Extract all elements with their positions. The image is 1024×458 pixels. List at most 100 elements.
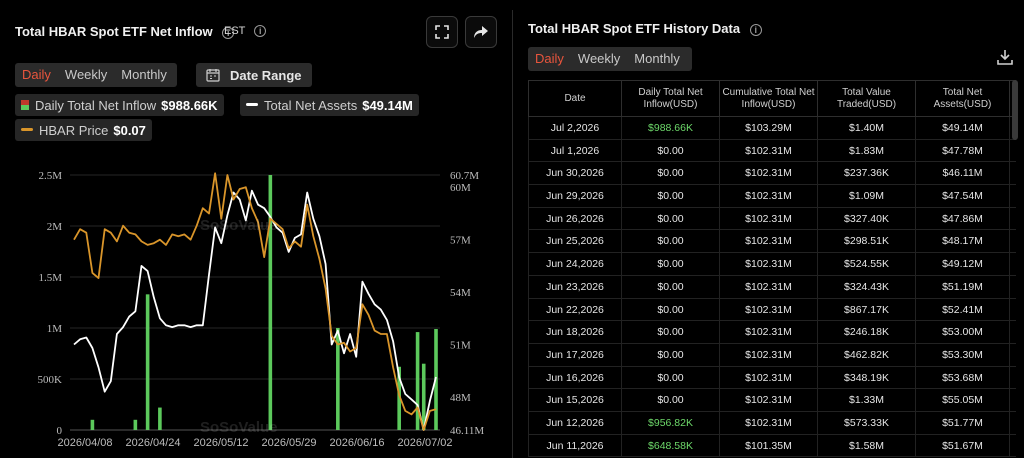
date-range-button[interactable]: Date Range xyxy=(196,63,312,87)
table-cell: $0.00 xyxy=(622,275,720,298)
table-cell: $327.40K xyxy=(818,207,916,230)
table-cell: $237.36K xyxy=(818,162,916,185)
table-cell: $102.31M xyxy=(720,253,818,275)
table-row[interactable]: Jun 22,2026 $0.00 $102.31M $867.17K $52.41M xyxy=(528,298,1016,322)
tab-daily[interactable]: Daily xyxy=(528,47,571,71)
watermark: SoSoValue xyxy=(200,217,278,234)
info-icon[interactable]: i xyxy=(749,23,762,36)
table-cell: $0.00 xyxy=(622,207,720,230)
inflow-chart-panel: Total HBAR Spot ETF Net Inflow i EST i D… xyxy=(0,0,505,458)
table-cell: $49.12M xyxy=(916,253,1010,275)
table-row[interactable]: Jun 26,2026 $0.00 $102.31M $327.40K $47.86M xyxy=(528,207,1016,231)
table-cell: $1.33M xyxy=(818,389,916,411)
fullscreen-icon xyxy=(435,25,449,39)
column-header-date[interactable]: Date xyxy=(528,81,622,116)
tab-daily[interactable]: Daily xyxy=(15,63,58,87)
table-cell: Jun 18,2026 xyxy=(528,321,622,343)
table-cell: $49.14M xyxy=(916,117,1010,139)
inflow-bar[interactable] xyxy=(145,294,150,430)
table-cell: $0.00 xyxy=(622,343,720,366)
timezone-label: EST i xyxy=(224,25,267,38)
tab-weekly[interactable]: Weekly xyxy=(571,47,627,71)
inflow-bar[interactable] xyxy=(133,419,138,430)
tab-monthly[interactable]: Monthly xyxy=(114,63,174,87)
table-cell: $55.05M xyxy=(916,389,1010,411)
table-row[interactable]: Jun 30,2026 $0.00 $102.31M $237.36K $46.11M xyxy=(528,162,1016,186)
x-tick-label: 2026/06/16 xyxy=(329,437,384,449)
table-cell: $102.31M xyxy=(720,162,818,185)
table-row[interactable]: Jun 15,2026 $0.00 $102.31M $1.33M $55.05M xyxy=(528,389,1016,412)
history-period-tabs: Daily Weekly Monthly xyxy=(528,47,692,71)
legend-net-assets[interactable]: Total Net Assets $49.14M xyxy=(240,94,419,116)
y-right-tick-label: 54M xyxy=(450,287,471,299)
table-cell: Jun 22,2026 xyxy=(528,298,622,321)
history-data-panel: Total HBAR Spot ETF History Data i Daily… xyxy=(518,0,1024,458)
table-cell: Jun 16,2026 xyxy=(528,366,622,389)
table-cell: $53.30M xyxy=(916,343,1010,366)
share-button[interactable] xyxy=(465,16,497,48)
y-right-tick-label: 51M xyxy=(450,340,471,352)
table-cell: $0.00 xyxy=(622,298,720,321)
history-title: Total HBAR Spot ETF History Data i xyxy=(528,21,762,36)
table-cell: $1.40M xyxy=(818,117,916,139)
table-row[interactable]: Jun 12,2026 $956.82K $102.31M $573.33K $51.7… xyxy=(528,411,1016,435)
table-cell: Jun 12,2026 xyxy=(528,411,622,434)
table-cell: $956.82K xyxy=(622,411,720,434)
table-cell: $46.11M xyxy=(916,162,1010,185)
table-cell: $47.78M xyxy=(916,139,1010,162)
table-row[interactable]: Jun 25,2026 $0.00 $102.31M $298.51K $48.17M xyxy=(528,230,1016,254)
y-right-tick-label: 57M xyxy=(450,235,471,247)
y-left-tick-label: 500K xyxy=(38,374,63,386)
table-scrollbar[interactable] xyxy=(1012,80,1018,140)
inflow-bar[interactable] xyxy=(268,175,273,430)
column-header-daily-inflow[interactable]: Daily Total Net Inflow(USD) xyxy=(622,81,720,116)
column-header-net-assets[interactable]: Total Net Assets(USD) xyxy=(916,81,1010,116)
table-cell: $47.86M xyxy=(916,207,1010,230)
table-cell: Jun 11,2026 xyxy=(528,434,622,457)
tab-weekly[interactable]: Weekly xyxy=(58,63,114,87)
column-header-value-traded[interactable]: Total Value Traded(USD) xyxy=(818,81,916,116)
line-swatch-icon xyxy=(246,103,258,106)
table-cell: $102.31M xyxy=(720,389,818,411)
y-left-tick-label: 1.5M xyxy=(38,272,62,284)
table-row[interactable]: Jul 2,2026 $988.66K $103.29M $1.40M $49.14M xyxy=(528,117,1016,140)
table-cell: $298.51K xyxy=(818,230,916,253)
fullscreen-button[interactable] xyxy=(426,16,458,48)
history-table-body: Jul 2,2026 $988.66K $103.29M $1.40M $49.14M J… xyxy=(528,117,1016,458)
table-cell: $51.77M xyxy=(916,411,1010,434)
share-icon xyxy=(474,26,488,38)
download-icon[interactable] xyxy=(996,48,1014,66)
table-cell: Jun 17,2026 xyxy=(528,343,622,366)
inflow-bar[interactable] xyxy=(90,419,95,430)
table-cell: $47.54M xyxy=(916,185,1010,207)
table-row[interactable]: Jun 11,2026 $648.58K $101.35M $1.58M $51.67M xyxy=(528,434,1016,458)
table-row[interactable]: Jun 16,2026 $0.00 $102.31M $348.19K $53.68M xyxy=(528,366,1016,390)
inflow-chart: 0 500K 1M 1.5M 2M 2.5M 46.11M 48M 51M 54M 57M 60M60… xyxy=(38,170,485,449)
table-cell: $0.00 xyxy=(622,389,720,411)
table-cell: $102.31M xyxy=(720,411,818,434)
table-row[interactable]: Jun 17,2026 $0.00 $102.31M $462.82K $53.30M xyxy=(528,343,1016,367)
panel-divider xyxy=(512,10,513,458)
table-cell: $102.31M xyxy=(720,230,818,253)
table-row[interactable]: Jun 24,2026 $0.00 $102.31M $524.55K $49.12M xyxy=(528,253,1016,276)
table-row[interactable]: Jul 1,2026 $0.00 $102.31M $1.83M $47.78M xyxy=(528,139,1016,163)
hbar-price-line[interactable] xyxy=(73,172,437,431)
table-cell: $102.31M xyxy=(720,343,818,366)
table-row[interactable]: Jun 29,2026 $0.00 $102.31M $1.09M $47.54M xyxy=(528,185,1016,208)
table-row[interactable]: Jun 18,2026 $0.00 $102.31M $246.18K $53.00M xyxy=(528,321,1016,344)
table-cell: $246.18K xyxy=(818,321,916,343)
table-cell: Jul 2,2026 xyxy=(528,117,622,139)
table-cell: Jun 24,2026 xyxy=(528,253,622,275)
table-cell: $648.58K xyxy=(622,434,720,457)
table-cell: $1.83M xyxy=(818,139,916,162)
legend-daily-inflow[interactable]: Daily Total Net Inflow $988.66K xyxy=(15,94,224,116)
tab-monthly[interactable]: Monthly xyxy=(627,47,687,71)
table-cell: $324.43K xyxy=(818,275,916,298)
timezone-info-icon[interactable]: i xyxy=(254,25,267,38)
table-row[interactable]: Jun 23,2026 $0.00 $102.31M $324.43K $51.19M xyxy=(528,275,1016,299)
inflow-bar[interactable] xyxy=(158,407,162,430)
line-swatch-icon xyxy=(21,128,33,131)
legend-hbar-price[interactable]: HBAR Price $0.07 xyxy=(15,119,152,141)
column-header-cumulative-inflow[interactable]: Cumulative Total Net Inflow(USD) xyxy=(720,81,818,116)
y-left-tick-label: 2.5M xyxy=(38,170,62,182)
